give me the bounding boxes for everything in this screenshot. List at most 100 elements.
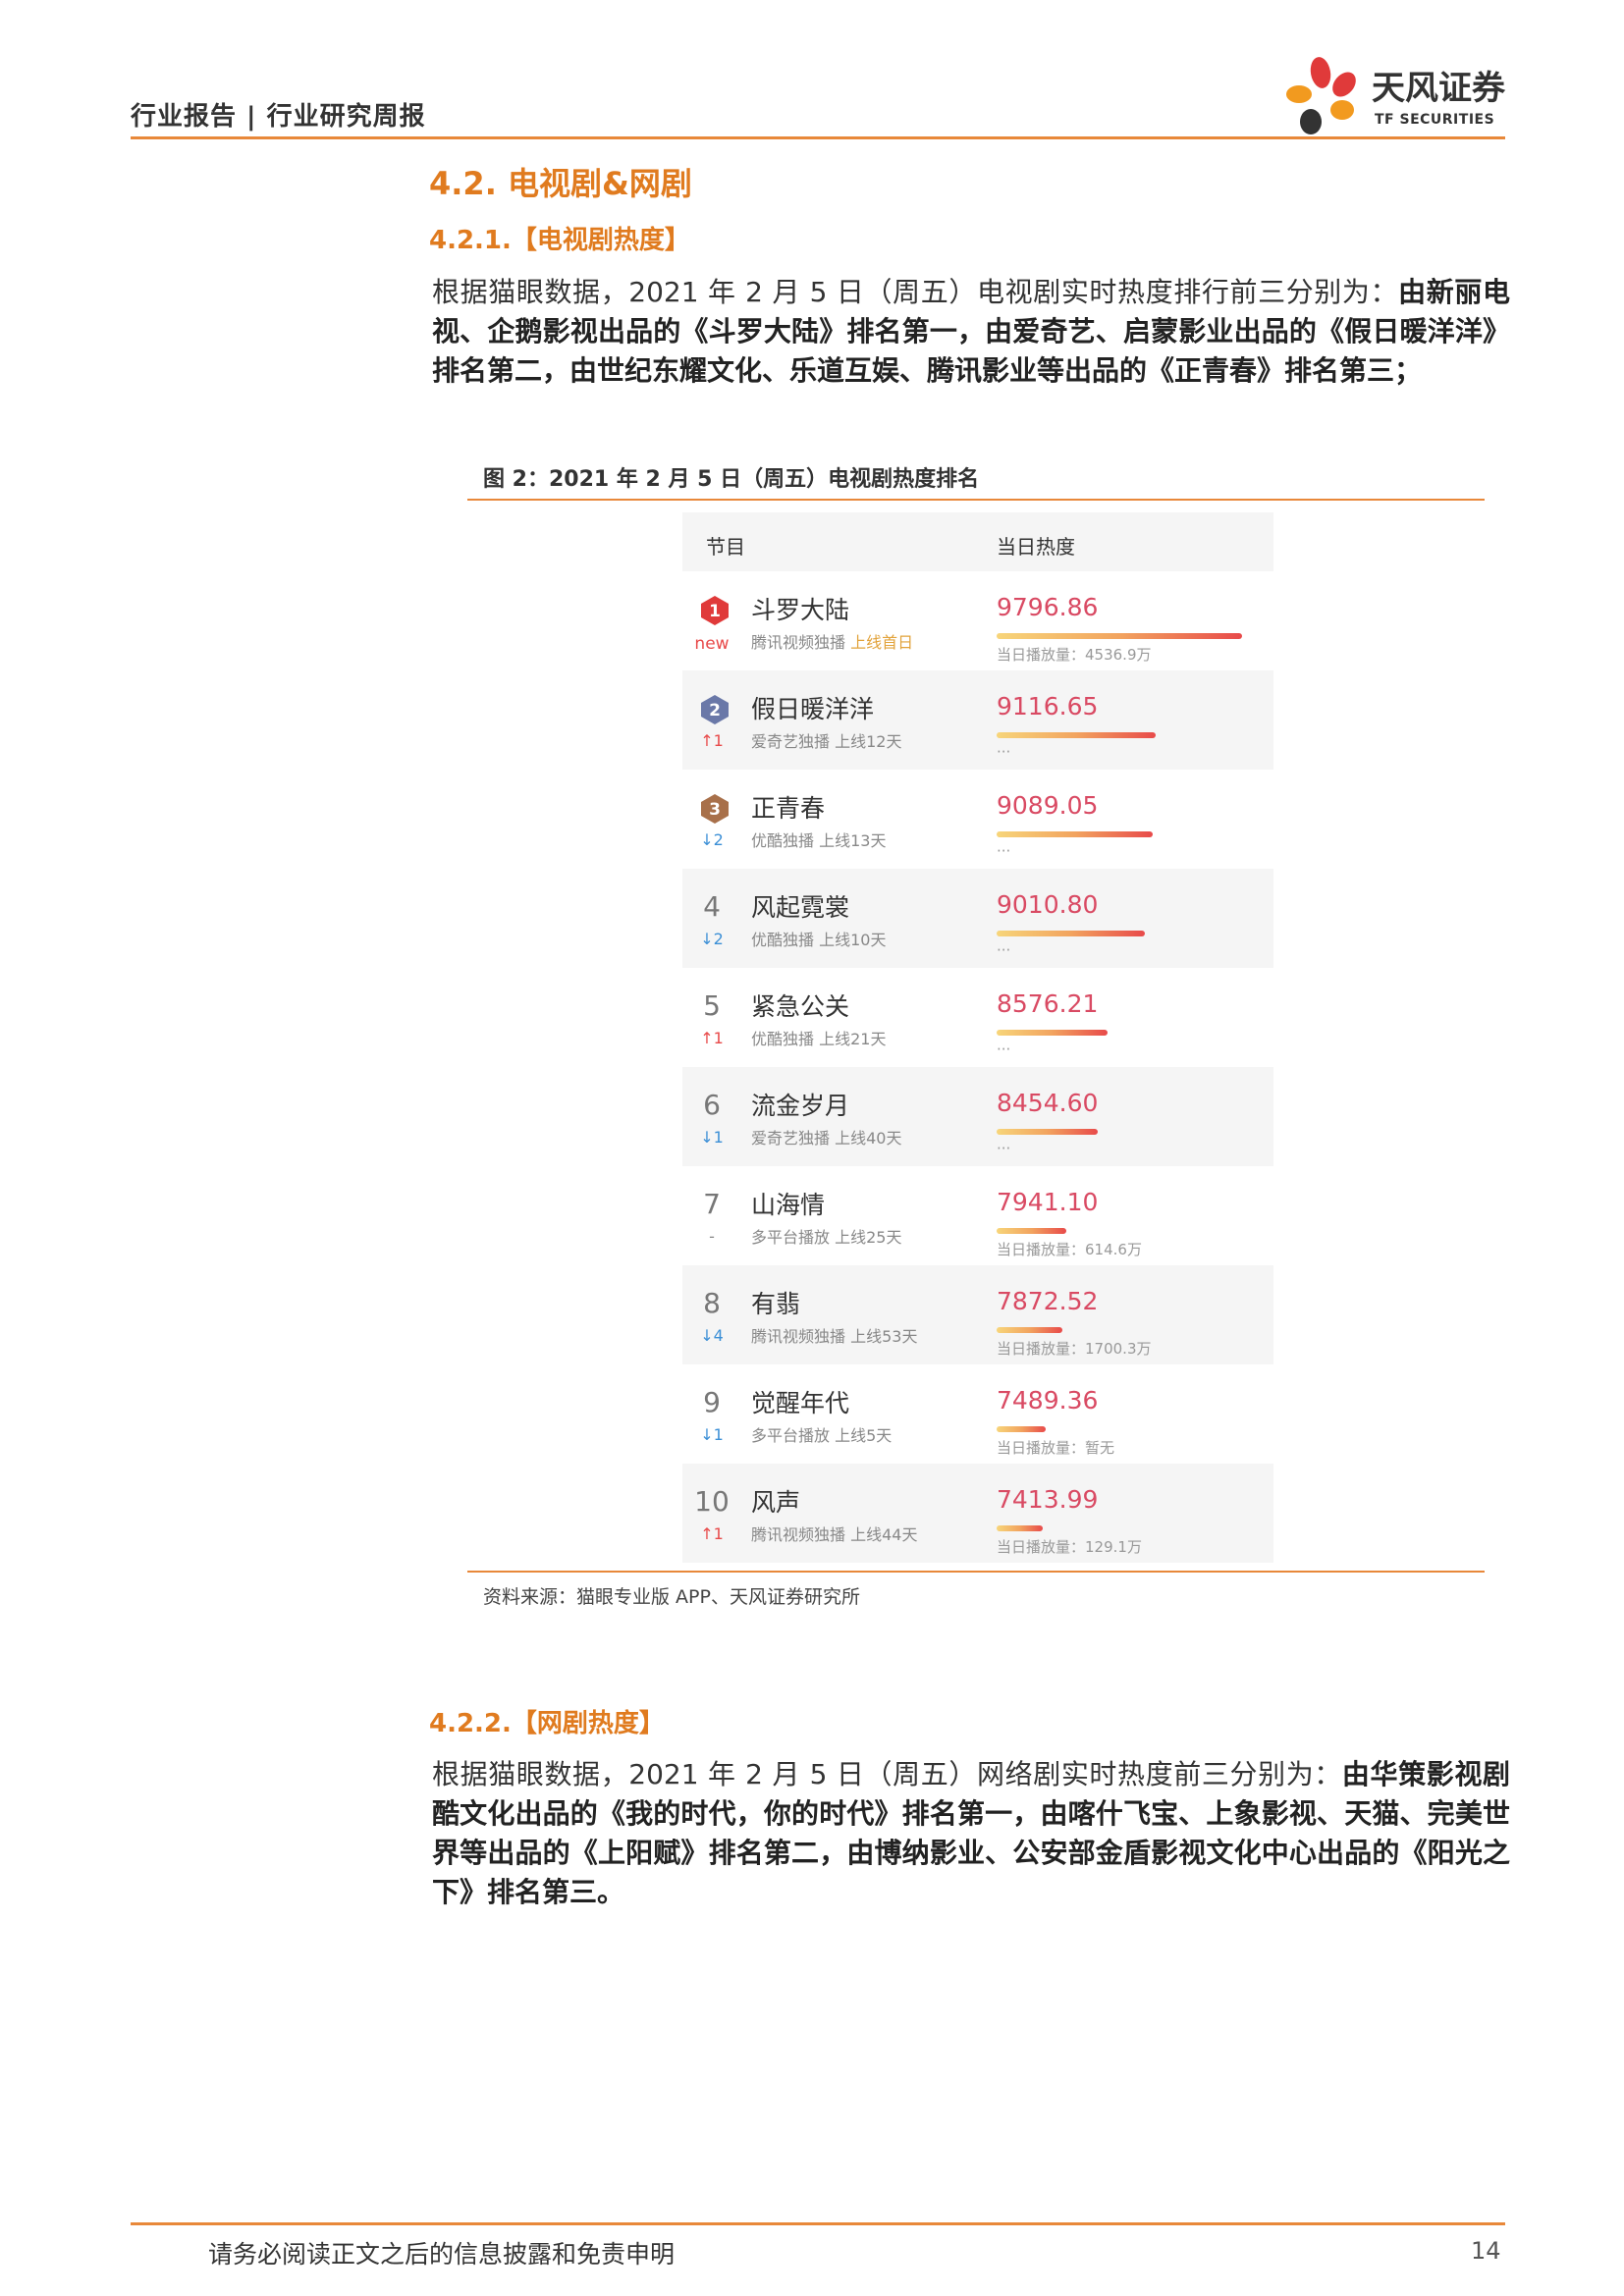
program-meta: 优酷独播 上线21天 xyxy=(751,1026,886,1049)
platform-label: 腾讯视频独播 xyxy=(751,1327,846,1346)
program-meta: 多平台播放 上线5天 xyxy=(751,1422,892,1446)
column-header-program: 节目 xyxy=(706,535,745,559)
ranking-row: 10 ↑1 风声 腾讯视频独播 上线44天 7413.99 当日播放量：129.1万 xyxy=(682,1464,1273,1563)
heat-value: 9796.86 xyxy=(997,593,1099,621)
heat-bar xyxy=(997,1030,1108,1036)
figure-source: 资料来源：猫眼专业版 APP、天风证券研究所 xyxy=(483,1586,860,1608)
heat-bar xyxy=(997,732,1156,738)
figure-bottom-rule xyxy=(467,1571,1485,1573)
heat-bar xyxy=(997,1327,1062,1333)
heat-bar xyxy=(997,633,1242,639)
web-paragraph-plain: 根据猫眼数据，2021 年 2 月 5 日（周五）网络剧实时热度前三分别为： xyxy=(432,1758,1342,1790)
ranking-table: 节目 当日热度 1 new 斗罗大陆腾讯视频独播 上线首日 9796.86 当日播放量：… xyxy=(682,512,1273,1563)
section-heading: 4.2. 电视剧&网剧 xyxy=(429,165,692,202)
platform-label: 优酷独播 xyxy=(751,1030,815,1048)
daily-play-count: ··· xyxy=(997,842,1011,860)
web-heading: 4.2.2.【网剧热度】 xyxy=(429,1709,665,1738)
rank-number: 9 xyxy=(703,1386,721,1418)
daily-play-count: 当日播放量：614.6万 xyxy=(997,1241,1142,1258)
daily-play-count: 当日播放量：1700.3万 xyxy=(997,1340,1152,1358)
heat-value: 7489.36 xyxy=(997,1386,1099,1415)
tv-paragraph: 根据猫眼数据，2021 年 2 月 5 日（周五）电视剧实时热度排行前三分别为：… xyxy=(432,273,1510,391)
heat-value: 8454.60 xyxy=(997,1089,1099,1117)
rank-number: 5 xyxy=(703,989,721,1022)
ranking-row: 9 ↓1 觉醒年代 多平台播放 上线5天 7489.36 当日播放量：暂无 xyxy=(682,1364,1273,1464)
program-meta: 优酷独播 上线13天 xyxy=(751,828,886,851)
daily-play-count: ··· xyxy=(997,941,1011,959)
platform-label: 爱奇艺独播 xyxy=(751,1129,831,1148)
logo-name: 天风证券 xyxy=(1372,69,1505,108)
daily-play-count: ··· xyxy=(997,743,1011,761)
daily-play-count: 当日播放量：暂无 xyxy=(997,1439,1115,1457)
heat-bar xyxy=(997,831,1153,837)
program-title: 紧急公关 xyxy=(751,992,850,1021)
rank-medal-icon: 3 xyxy=(701,794,729,824)
platform-label: 腾讯视频独播 xyxy=(751,1525,846,1544)
ranking-row: 2 ↑1 假日暖洋洋 爱奇艺独播 上线12天 9116.65 ··· xyxy=(682,670,1273,770)
tv-heading: 4.2.1.【电视剧热度】 xyxy=(429,226,690,255)
ranking-row: 7 - 山海情 多平台播放 上线25天 7941.10 当日播放量：614.6万 xyxy=(682,1166,1273,1265)
release-status: 上线首日 xyxy=(850,633,914,652)
rank-change: ↓4 xyxy=(700,1326,724,1345)
web-paragraph: 根据猫眼数据，2021 年 2 月 5 日（周五）网络剧实时热度前三分别为：由华… xyxy=(432,1755,1510,1912)
heat-bar xyxy=(997,1129,1098,1135)
release-status: 上线44天 xyxy=(850,1525,918,1544)
rank-change: ↓2 xyxy=(700,930,724,948)
program-title: 风起霓裳 xyxy=(751,893,850,922)
figure-top-rule xyxy=(467,499,1485,501)
release-status: 上线13天 xyxy=(819,831,887,850)
rank-number: 10 xyxy=(694,1485,730,1518)
ranking-row: 3 ↓2 正青春 优酷独播 上线13天 9089.05 ··· xyxy=(682,770,1273,869)
program-title: 有翡 xyxy=(751,1290,801,1318)
platform-label: 优酷独播 xyxy=(751,831,815,850)
footer-disclaimer: 请务必阅读正文之后的信息披露和免责申明 xyxy=(208,2240,676,2269)
program-title: 山海情 xyxy=(751,1191,826,1219)
rank-number: 4 xyxy=(703,890,721,923)
rank-change: ↓2 xyxy=(700,830,724,849)
ranking-row: 1 new 斗罗大陆腾讯视频独播 上线首日 9796.86 当日播放量：4536.9万 xyxy=(682,571,1273,670)
rank-change: ↑1 xyxy=(700,731,724,750)
company-logo: 天风证券 TF SECURITIES xyxy=(1281,51,1517,139)
rank-number: 1 xyxy=(709,602,721,621)
tv-paragraph-plain: 根据猫眼数据，2021 年 2 月 5 日（周五）电视剧实时热度排行前三分别为： xyxy=(432,276,1399,308)
heat-value: 9089.05 xyxy=(997,791,1099,820)
column-header-heat: 当日热度 xyxy=(997,535,1075,559)
program-meta: 优酷独播 上线10天 xyxy=(751,927,886,950)
platform-label: 腾讯视频独播 xyxy=(751,633,846,652)
ranking-row: 5 ↑1 紧急公关 优酷独播 上线21天 8576.21 ··· xyxy=(682,968,1273,1067)
ranking-table-header: 节目 当日热度 xyxy=(682,512,1273,571)
program-meta: 腾讯视频独播 上线53天 xyxy=(751,1323,917,1347)
rank-number: 2 xyxy=(709,701,721,721)
rank-change: - xyxy=(709,1227,715,1246)
platform-label: 多平台播放 xyxy=(751,1228,831,1247)
heat-bar xyxy=(997,1426,1046,1432)
heat-bar xyxy=(997,1228,1066,1234)
release-status: 上线25天 xyxy=(835,1228,902,1247)
rank-change: ↓1 xyxy=(700,1128,724,1147)
program-title: 斗罗大陆 xyxy=(751,596,850,624)
footer-divider xyxy=(131,2222,1505,2225)
program-title: 觉醒年代 xyxy=(751,1389,850,1417)
rank-change: new xyxy=(694,634,730,654)
release-status: 上线5天 xyxy=(835,1426,893,1445)
heat-bar xyxy=(997,1525,1043,1531)
daily-play-count: 当日播放量：129.1万 xyxy=(997,1538,1142,1556)
program-meta: 多平台播放 上线25天 xyxy=(751,1224,901,1248)
heat-value: 9116.65 xyxy=(997,692,1099,721)
rank-number: 8 xyxy=(703,1287,721,1319)
rank-number: 7 xyxy=(703,1188,721,1220)
program-meta: 腾讯视频独播 上线首日 xyxy=(751,629,913,653)
ranking-row: 6 ↓1 流金岁月 爱奇艺独播 上线40天 8454.60 ··· xyxy=(682,1067,1273,1166)
release-status: 上线40天 xyxy=(835,1129,902,1148)
program-title: 假日暖洋洋 xyxy=(751,695,875,723)
daily-play-count: 当日播放量：4536.9万 xyxy=(997,646,1152,664)
platform-label: 优酷独播 xyxy=(751,931,815,949)
figure-title: 图 2：2021 年 2 月 5 日（周五）电视剧热度排名 xyxy=(483,467,980,492)
program-meta: 腾讯视频独播 上线44天 xyxy=(751,1522,917,1545)
petal-logo-icon xyxy=(1286,57,1356,134)
release-status: 上线10天 xyxy=(819,931,887,949)
heat-value: 8576.21 xyxy=(997,989,1099,1018)
heat-value: 7413.99 xyxy=(997,1485,1099,1514)
release-status: 上线12天 xyxy=(835,732,902,751)
ranking-row: 4 ↓2 风起霓裳 优酷独播 上线10天 9010.80 ··· xyxy=(682,869,1273,968)
